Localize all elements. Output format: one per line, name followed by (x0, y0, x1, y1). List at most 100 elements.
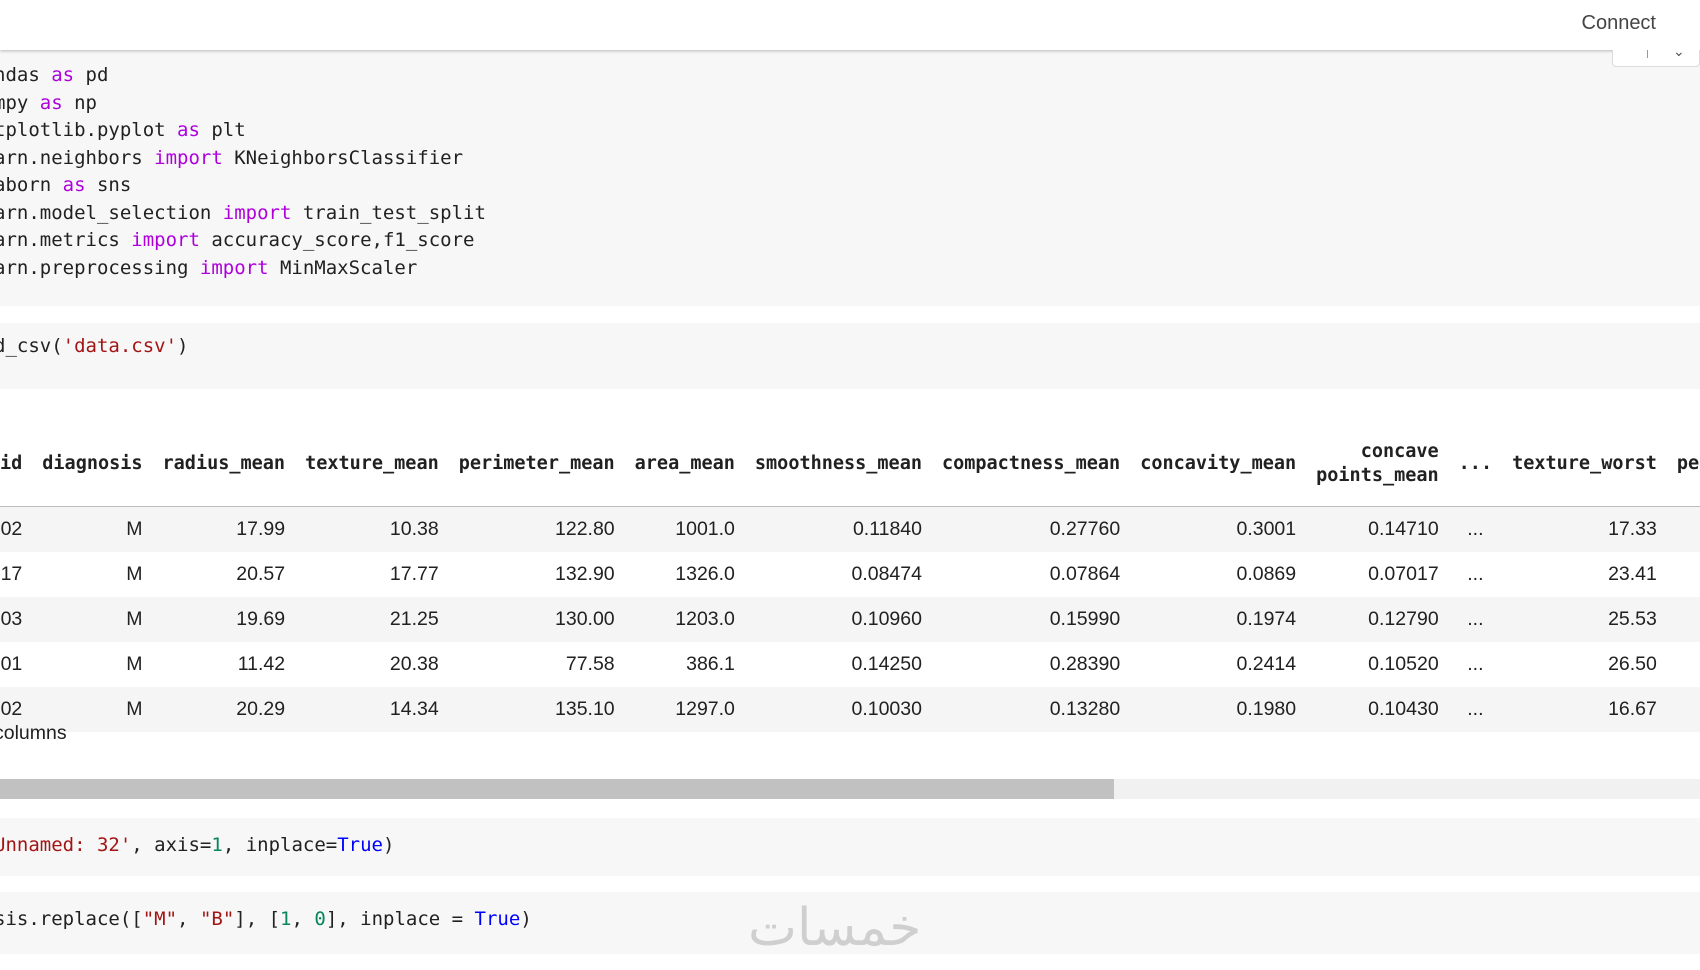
connect-button[interactable]: Connect (1582, 12, 1657, 35)
column-header: perimeter_mean (448, 422, 625, 507)
code-line: tplotlib.pyplot as plt (0, 117, 486, 145)
code-token: tplotlib.pyplot (0, 119, 178, 141)
table-cell: 02 (0, 506, 33, 552)
table-cell: 11.42 (237, 653, 286, 675)
code-editor[interactable]: sis.replace(["M", "B"], [1, 0], inplace … (0, 906, 532, 934)
column-header: texture_worst (1502, 422, 1667, 507)
table-cell (1667, 552, 1700, 597)
code-token: , (291, 908, 315, 930)
column-header: area_mean (624, 422, 745, 507)
table-cell: 0.0869 (1236, 563, 1297, 585)
code-token: train_test_split (291, 201, 486, 224)
code-token: , (177, 908, 200, 930)
column-header: ... (1448, 422, 1503, 507)
table-cell: 386.1 (686, 653, 735, 675)
table-header-row: id diagnosis radius_mean texture_mean perime… (0, 422, 1700, 507)
code-token: as (39, 91, 63, 114)
scrollbar-thumb[interactable] (0, 779, 1114, 799)
code-token: 0 (314, 908, 326, 930)
table-cell: 19.69 (152, 597, 296, 642)
code-line: mpy as np (0, 90, 486, 118)
table-cell: 17.77 (389, 563, 439, 585)
table-cell: 17.33 (1502, 506, 1667, 552)
code-token: 1 (211, 834, 223, 856)
column-header: id (0, 422, 33, 507)
column-header: concavity_mean (1130, 422, 1307, 507)
table-cell: 0.08474 (851, 563, 922, 585)
code-token: accuracy_score,f1_score (199, 229, 475, 251)
code-token: np (62, 91, 97, 114)
code-token: arn.neighbors (0, 146, 155, 169)
code-cell-drop[interactable]: Unnamed: 32', axis=1, inplace=True) (0, 818, 1700, 876)
code-token: arn.metrics (0, 229, 132, 251)
table-body: 02 M 17.99 10.38 122.80 1001.0 0.11840 0.27760 0… (0, 506, 1700, 732)
column-header: smoothness_mean (744, 422, 932, 507)
code-token: as (62, 174, 86, 196)
table-cell: 0.10030 (744, 687, 932, 732)
table-cell: 20.38 (389, 653, 439, 675)
table-cell: 0.15990 (931, 597, 1131, 642)
code-token: , axis= (131, 834, 212, 856)
table-cell (1667, 642, 1700, 687)
code-token: import (131, 229, 200, 251)
table-cell: 0.07864 (1049, 563, 1121, 585)
table-cell: 21.25 (295, 597, 449, 642)
table-cell: 0.10960 (744, 597, 932, 642)
table-cell: 1203.0 (624, 597, 745, 642)
code-token: "M" (142, 908, 178, 930)
code-editor[interactable]: ndas as pdmpy as nptplotlib.pyplot as pl… (0, 62, 486, 282)
code-token: ) (520, 908, 532, 930)
code-editor[interactable]: Unnamed: 32', axis=1, inplace=True) (0, 832, 394, 860)
table-cell: ... (1467, 653, 1484, 675)
code-token: True (337, 834, 383, 856)
code-token: ], [ (234, 908, 281, 930)
code-token: arn.preprocessing (0, 256, 200, 279)
code-token: arn.model_selection (0, 201, 223, 224)
table-cell: M (126, 653, 143, 675)
table-cell (1666, 687, 1700, 732)
table-cell: 1001.0 (624, 506, 745, 552)
table-cell: 1297.0 (624, 687, 745, 732)
code-editor[interactable]: d_csv('data.csv') (0, 333, 188, 361)
table-cell: 0.14710 (1306, 506, 1449, 552)
table-cell: 0.12790 (1306, 597, 1449, 642)
code-token: import (222, 201, 292, 224)
code-line: arn.model_selection import train_test_sp… (0, 200, 486, 228)
horizontal-scrollbar[interactable] (0, 779, 1700, 799)
code-cell-read-csv[interactable]: d_csv('data.csv') (0, 323, 1700, 389)
chevron-down-icon[interactable]: ⌄ (1673, 44, 1685, 60)
code-line: aborn as sns (0, 172, 486, 200)
code-token: plt (199, 119, 246, 141)
column-header: pe (1666, 422, 1700, 507)
code-token: , inplace= (222, 834, 338, 856)
table-cell: M (32, 597, 153, 642)
table-row: 02 M 17.99 10.38 122.80 1001.0 0.11840 0.27760 0… (0, 506, 1700, 552)
table-cell: M (32, 506, 153, 552)
code-cell-imports[interactable]: ndas as pdmpy as nptplotlib.pyplot as pl… (0, 50, 1700, 306)
dataframe-table: id diagnosis radius_mean texture_mean perime… (0, 422, 1700, 732)
table-cell (1666, 597, 1700, 642)
table-cell: M (126, 563, 143, 585)
code-token: as (177, 119, 200, 141)
code-line: Unnamed: 32', axis=1, inplace=True) (0, 832, 394, 860)
code-token: MinMaxScaler (268, 256, 418, 279)
watermark-logo: خمسات (748, 898, 922, 958)
runtime-dropdown-tab[interactable]: ⌄ (1612, 44, 1700, 67)
table-cell: 20.57 (236, 563, 286, 585)
table-cell: ... (1467, 563, 1484, 585)
dataframe-shape-note: columns (0, 722, 67, 744)
code-token: 1 (280, 908, 292, 930)
table-cell: 130.00 (448, 597, 625, 642)
code-token: ) (382, 834, 395, 856)
cell-output: id diagnosis radius_mean texture_mean perime… (0, 402, 1700, 792)
table-cell: 0.3001 (1130, 506, 1307, 552)
code-token: ], inplace = (325, 908, 475, 930)
code-line: arn.neighbors import KNeighborsClassifie… (0, 145, 486, 173)
column-header: concave points_mean (1306, 422, 1449, 507)
table-cell: ... (1448, 597, 1503, 642)
table-row: 17 M 20.57 17.77 132.90 1326.0 0.08474 0.07864 0… (0, 552, 1700, 597)
table-cell: 77.58 (565, 653, 615, 675)
table-cell: 135.10 (448, 687, 625, 732)
code-line: arn.preprocessing import MinMaxScaler (0, 255, 486, 283)
table-row: 02 M 20.29 14.34 135.10 1297.0 0.10030 0.13280 0… (0, 687, 1700, 732)
